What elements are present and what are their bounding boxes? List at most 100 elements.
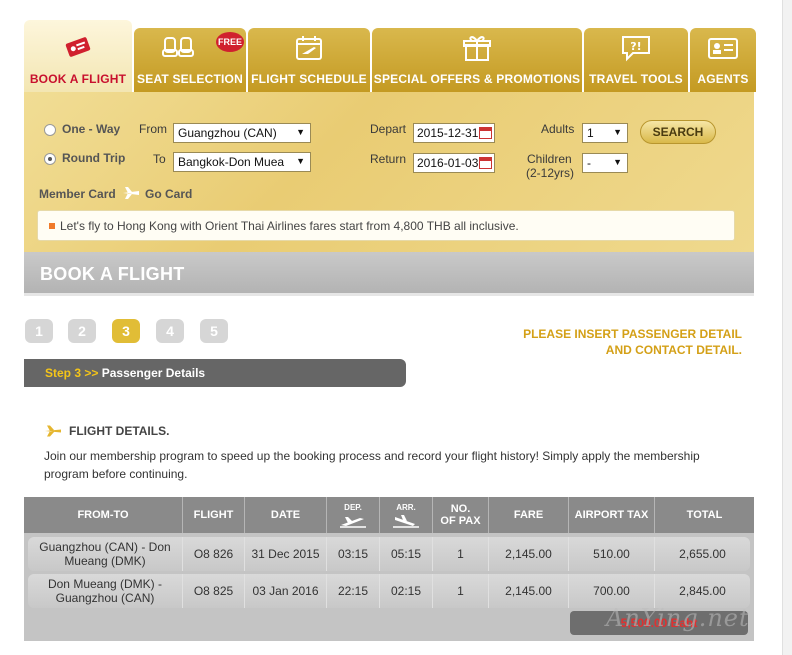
children-age-label: (2-12yrs) [526,166,575,180]
cell-date: 03 Jan 2016 [245,574,327,608]
cell-total: 2,655.00 [679,547,726,561]
tab-special-offers[interactable]: SPECIAL OFFERS & PROMOTIONS [372,28,582,92]
notice-line-2: AND CONTACT DETAIL. [605,343,742,357]
to-label: To [153,152,166,166]
cell-total: 2,845.00 [679,584,726,598]
id-card-icon [707,34,739,65]
plane-arrow-icon [44,424,62,440]
tab-label: AGENTS [697,72,749,86]
tab-label: FLIGHT SCHEDULE [251,72,367,86]
one-way-label: One - Way [62,122,121,136]
tab-label: SPECIAL OFFERS & PROMOTIONS [373,72,581,86]
header-flight: FLIGHT [183,497,245,533]
tab-label: TRAVEL TOOLS [589,72,683,86]
tab-travel-tools[interactable]: ?! TRAVEL TOOLS [584,28,688,92]
from-value: Guangzhou (CAN) [178,126,277,140]
cell-tax: 700.00 [569,574,655,608]
header-arrival: ARR. [380,497,433,533]
to-select[interactable]: Bangkok-Don Muea ▼ [173,152,311,172]
search-button[interactable]: SEARCH [640,120,716,144]
step-3: 3 [112,319,140,343]
return-date-input[interactable]: 2016-01-03 [413,153,495,173]
cell-from-to: Don Mueang (DMK) - Guangzhou (CAN) [28,574,183,608]
takeoff-icon [340,517,366,528]
cell-dep: 03:15 [327,537,380,571]
depart-label: Depart [370,122,407,136]
arr-label: ARR. [396,503,416,512]
plane-icon [122,186,140,203]
children-value: - [587,156,591,170]
round-trip-radio[interactable] [44,153,56,165]
ticket-icon [64,34,92,63]
table-row: Guangzhou (CAN) - Don Mueang (DMK) O8 82… [28,537,750,571]
depart-date-input[interactable]: 2015-12-31 [413,123,495,143]
watermark-text: AnYing.net [606,604,750,632]
tab-agents[interactable]: AGENTS [690,28,756,92]
adults-select[interactable]: 1 ▼ [582,123,628,143]
adults-label: Adults [541,122,575,136]
cell-flight: O8 826 [183,537,245,571]
question-bubble-icon: ?! [619,34,653,65]
svg-text:?!: ?! [630,40,641,53]
children-label: Children [527,152,572,166]
from-select[interactable]: Guangzhou (CAN) ▼ [173,123,311,143]
children-select[interactable]: - ▼ [582,153,628,173]
promo-banner[interactable]: Let's fly to Hong Kong with Orient Thai … [37,210,735,241]
header-fare: FARE [489,497,569,533]
scrollbar[interactable] [782,0,792,655]
cell-arr: 02:15 [380,574,433,608]
header-airport-tax: AIRPORT TAX [569,497,655,533]
calendar-plane-icon [294,34,324,65]
gift-icon [462,34,492,65]
bullet-icon [49,223,55,229]
step-1: 1 [25,319,53,343]
tab-label: BOOK A FLIGHT [29,72,127,86]
go-card-link[interactable]: Go Card [145,187,192,201]
membership-text: Join our membership program to speed up … [44,449,700,481]
header-pax: NO. OF PAX [433,497,489,533]
step-5: 5 [200,319,228,343]
cell-fare: 2,145.00 [489,537,569,571]
step-bar: Step 3 >> Passenger Details [24,359,406,387]
cell-tax: 510.00 [569,537,655,571]
cell-date: 31 Dec 2015 [245,537,327,571]
chevron-down-icon: ▼ [296,127,305,137]
cell-pax: 1 [433,537,489,571]
header-date: DATE [245,497,327,533]
landing-icon [393,515,419,528]
tab-flight-schedule[interactable]: FLIGHT SCHEDULE [248,28,370,92]
booking-panel: One - Way Round Trip From Guangzhou (CAN… [24,92,754,252]
to-value: Bangkok-Don Muea [178,155,285,169]
one-way-radio[interactable] [44,124,56,136]
member-card-label: Member Card [39,187,116,201]
chevron-down-icon: ▼ [613,127,622,137]
tab-seat-selection[interactable]: FREE SEAT SELECTION [134,28,246,92]
from-label: From [139,122,167,136]
round-trip-label: Round Trip [62,151,126,165]
cell-flight: O8 825 [183,574,245,608]
calendar-icon[interactable] [479,127,492,139]
header-from-to: FROM-TO [24,497,183,533]
page-title: BOOK A FLIGHT [24,252,754,296]
tab-book-a-flight[interactable]: BOOK A FLIGHT [24,20,132,92]
depart-value: 2015-12-31 [417,126,479,140]
pax-label-2: OF PAX [440,515,481,527]
cell-fare: 2,145.00 [489,574,569,608]
adults-value: 1 [587,126,594,140]
step-name: Passenger Details [101,366,206,380]
return-value: 2016-01-03 [417,156,479,170]
step-4: 4 [156,319,184,343]
dep-label: DEP. [344,503,362,512]
calendar-icon[interactable] [479,157,492,169]
cell-from-to: Guangzhou (CAN) - Don Mueang (DMK) [28,537,183,571]
tab-label: SEAT SELECTION [137,72,243,86]
chevron-down-icon: ▼ [613,157,622,167]
table-row: Don Mueang (DMK) - Guangzhou (CAN) O8 82… [28,574,750,608]
seat-icon [161,34,195,65]
step-2: 2 [68,319,96,343]
pax-label-1: NO. [450,503,471,515]
cell-pax: 1 [433,574,489,608]
free-badge: FREE [216,32,244,52]
chevron-down-icon: ▼ [296,156,305,166]
notice-line-1: PLEASE INSERT PASSENGER DETAIL [523,327,742,341]
